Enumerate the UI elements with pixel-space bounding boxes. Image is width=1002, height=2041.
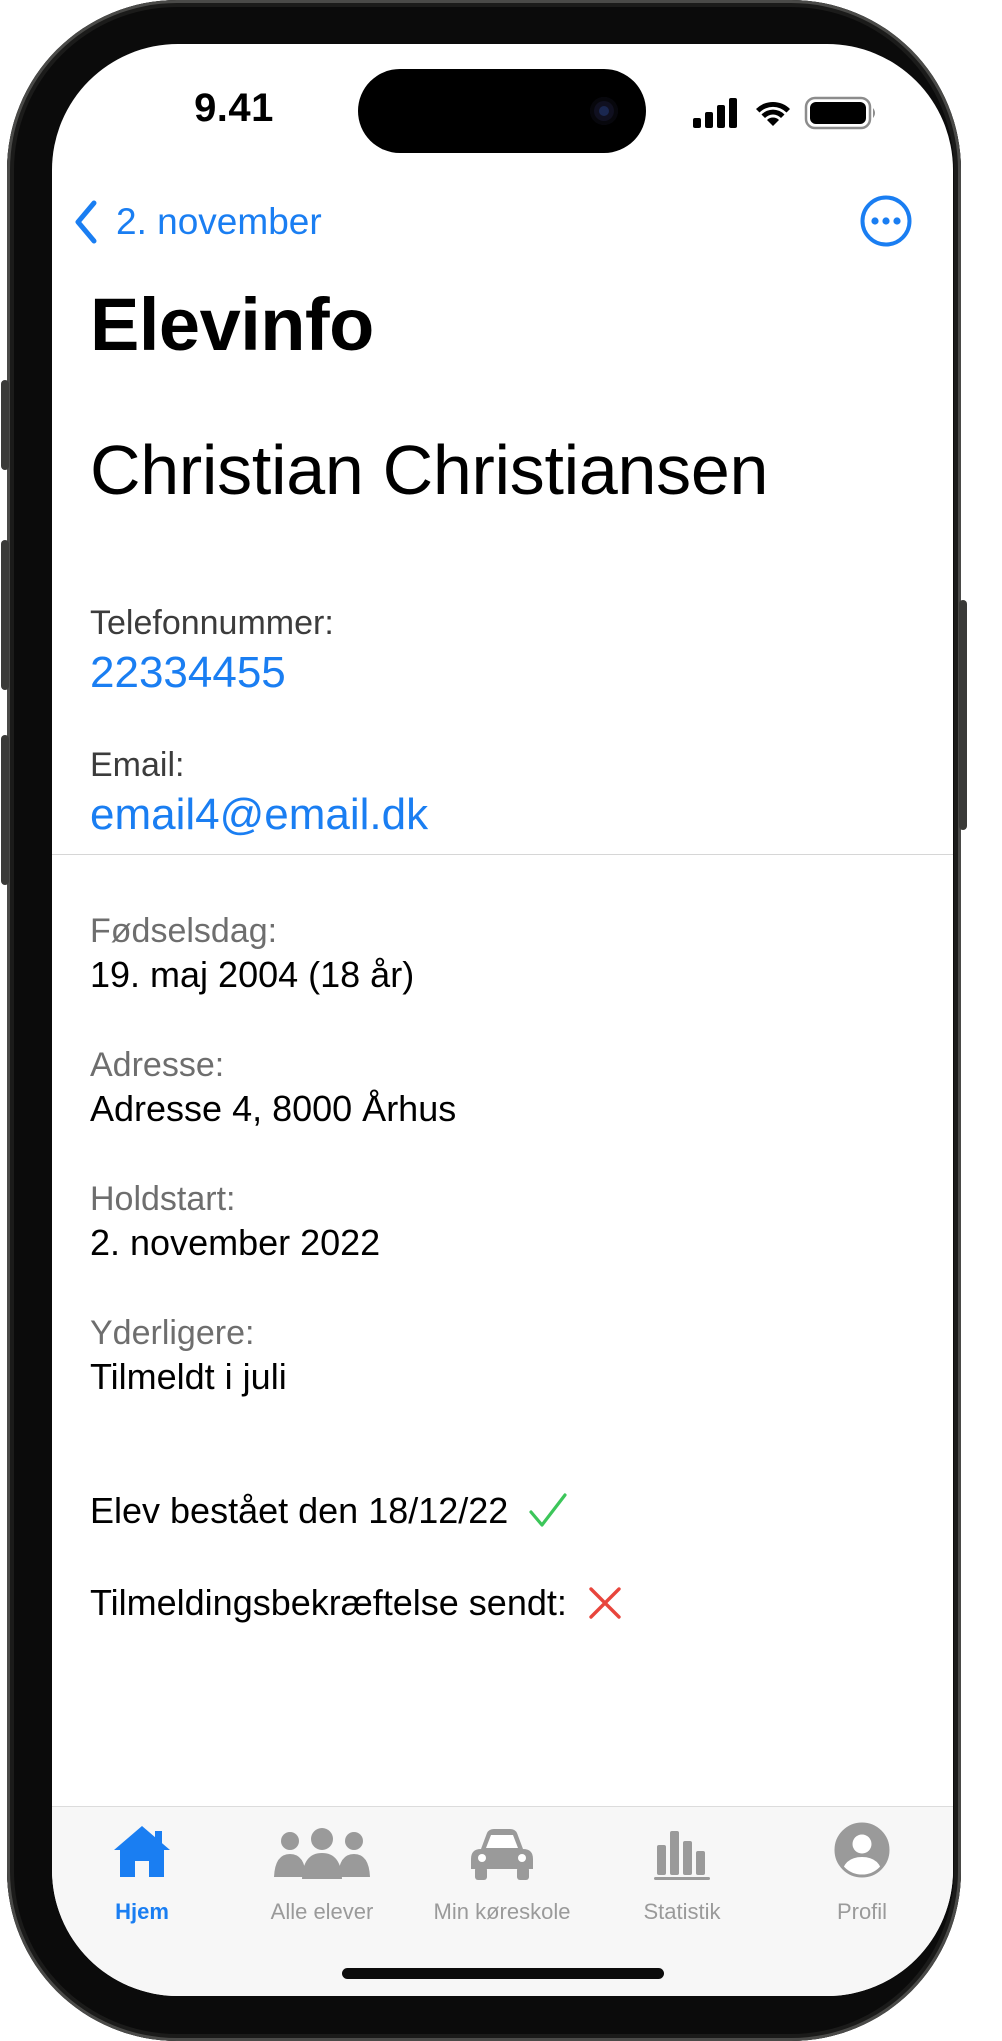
extra-label: Yderligere: (90, 1314, 255, 1352)
status-icons (693, 94, 881, 130)
address-value: Adresse 4, 8000 Århus (90, 1088, 457, 1129)
screen: 9.41 2. november Elevinfo Christian Chri… (52, 44, 953, 1996)
status-indicators (693, 96, 875, 130)
tab-profile[interactable]: Profil (772, 1807, 952, 1957)
student-name: Christian Christiansen (90, 431, 769, 509)
confirmation-row: Tilmeldingsbekræftelse sendt: (90, 1582, 623, 1624)
start-value: 2. november 2022 (90, 1222, 381, 1263)
tab-home[interactable]: Hjem (52, 1807, 232, 1957)
back-button-label: 2. november (116, 201, 322, 242)
bar-chart-icon (653, 1827, 711, 1886)
x-mark-icon (589, 1587, 621, 1619)
phone-link[interactable]: 22334455 (90, 648, 286, 698)
chevron-left-icon (75, 200, 97, 244)
tab-driving-school-label: Min køreskole (433, 1899, 571, 1924)
address-label: Adresse: (90, 1046, 225, 1084)
section-divider (52, 854, 953, 855)
phone-label: Telefonnummer: (90, 604, 334, 642)
person-circle-icon (833, 1821, 891, 1884)
tab-driving-school[interactable]: Min køreskole (412, 1807, 592, 1957)
more-options-button[interactable] (859, 194, 913, 248)
birthday-value: 19. maj 2004 (18 år) (90, 954, 415, 995)
dynamic-island (358, 69, 646, 153)
tab-statistics-label: Statistik (643, 1899, 721, 1924)
page-title: Elevinfo (90, 283, 374, 366)
people-group-icon (272, 1827, 372, 1884)
wifi-icon (756, 101, 790, 126)
status-time: 9.41 (194, 86, 274, 130)
power-button (959, 600, 967, 830)
camera-icon (590, 97, 618, 125)
tab-all-students[interactable]: Alle elever (232, 1807, 412, 1957)
confirmation-text: Tilmeldingsbekræftelse sendt: (90, 1582, 567, 1623)
email-link[interactable]: email4@email.dk (90, 790, 428, 840)
silent-switch (1, 380, 9, 470)
email-label: Email: (90, 746, 185, 784)
volume-up-button (1, 540, 9, 690)
volume-down-button (1, 735, 9, 885)
tab-home-label: Hjem (115, 1899, 169, 1924)
back-button[interactable]: 2. november (72, 192, 322, 252)
car-icon (469, 1827, 535, 1886)
start-label: Holdstart: (90, 1180, 236, 1218)
passed-row: Elev bestået den 18/12/22 (90, 1490, 568, 1532)
birthday-label: Fødselsdag: (90, 912, 278, 950)
battery-icon (804, 96, 875, 130)
cellular-signal-icon (693, 98, 737, 128)
tab-all-students-label: Alle elever (270, 1899, 374, 1924)
home-indicator[interactable] (342, 1968, 664, 1979)
extra-value: Tilmeldt i juli (90, 1356, 287, 1397)
tab-statistics[interactable]: Statistik (592, 1807, 772, 1957)
checkmark-icon (529, 1493, 567, 1527)
house-icon (111, 1823, 173, 1884)
ellipsis-circle-icon (860, 195, 912, 247)
tab-profile-label: Profil (836, 1899, 888, 1924)
passed-text: Elev bestået den 18/12/22 (90, 1490, 509, 1531)
